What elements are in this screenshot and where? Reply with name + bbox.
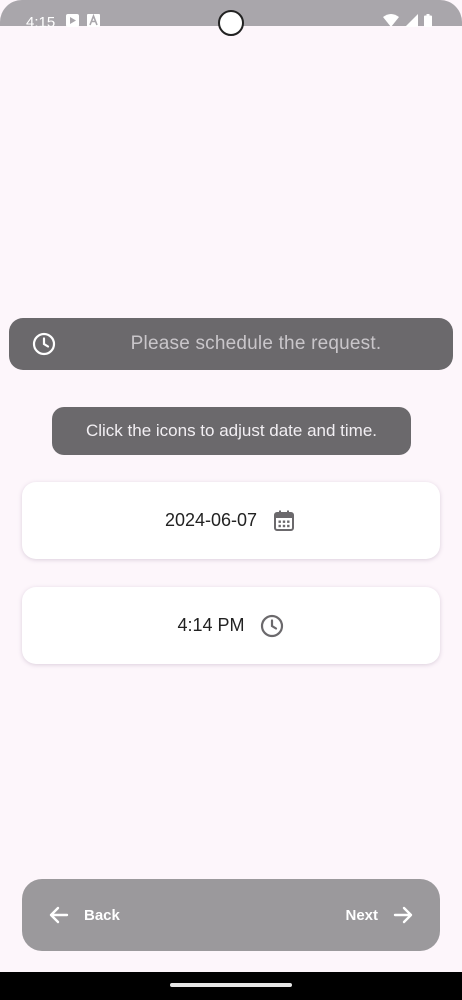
arrow-right-icon xyxy=(393,906,413,924)
play-icon xyxy=(66,14,79,27)
back-label: Back xyxy=(84,906,120,924)
date-card[interactable]: 2024-06-07 xyxy=(22,482,440,559)
navigation-bar: Back Next xyxy=(22,879,440,951)
status-left-icons xyxy=(66,14,100,27)
app-screen: 4:15 Please schedule the request. Click … xyxy=(0,0,462,972)
schedule-banner: Please schedule the request. xyxy=(9,318,453,370)
calendar-icon[interactable] xyxy=(271,508,297,534)
battery-icon xyxy=(424,14,432,27)
next-button[interactable]: Next xyxy=(345,879,414,951)
hint-tooltip: Click the icons to adjust date and time. xyxy=(52,407,411,455)
status-time: 4:15 xyxy=(26,14,56,31)
banner-text: Please schedule the request. xyxy=(130,333,382,354)
status-right-icons xyxy=(383,14,432,27)
gesture-handle[interactable] xyxy=(170,983,292,987)
status-bar: 4:15 xyxy=(0,0,462,36)
time-value: 4:14 PM xyxy=(177,615,245,635)
a-icon xyxy=(87,14,100,27)
signal-icon xyxy=(405,14,418,27)
arrow-left-icon xyxy=(49,906,69,924)
next-label: Next xyxy=(345,906,378,924)
clock-icon xyxy=(32,332,56,356)
time-card[interactable]: 4:14 PM xyxy=(22,587,440,664)
wifi-icon xyxy=(383,14,399,27)
clock-icon[interactable] xyxy=(259,613,285,639)
back-button[interactable]: Back xyxy=(48,879,120,951)
date-value: 2024-06-07 xyxy=(164,510,258,530)
front-camera xyxy=(218,10,244,36)
